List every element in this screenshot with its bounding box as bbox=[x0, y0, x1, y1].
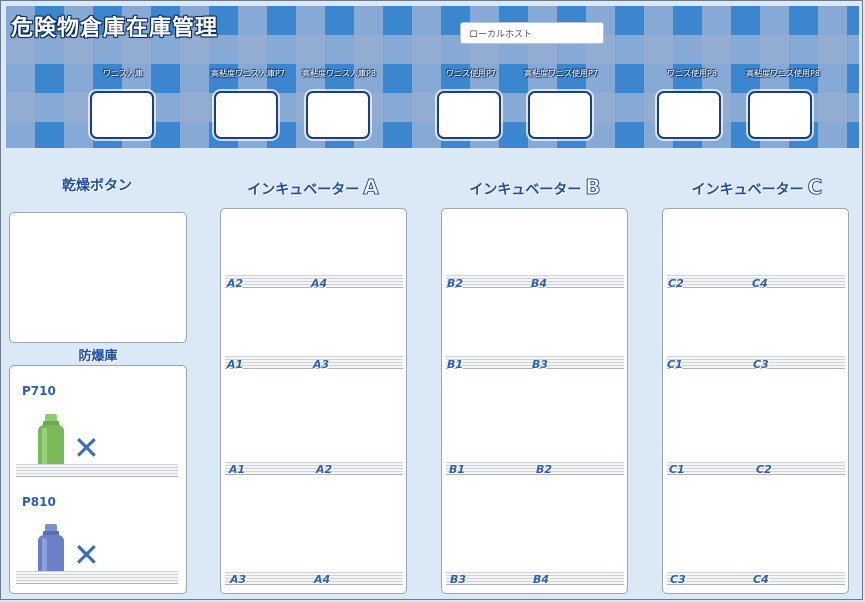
slot-b-3-0[interactable]: B3 bbox=[450, 573, 466, 586]
p710-bottle-icon bbox=[38, 414, 64, 469]
product-p710-label: P710 bbox=[22, 384, 56, 398]
incubator-a-title-text: インキュベーター bbox=[247, 182, 360, 198]
slot-b-1-0[interactable]: B1 bbox=[447, 358, 463, 371]
host-input[interactable] bbox=[460, 22, 604, 44]
varnish-use-p7-button[interactable] bbox=[437, 91, 501, 139]
slot-b-2-1[interactable]: B2 bbox=[536, 463, 552, 476]
hv-varnish-use-p8-button[interactable] bbox=[748, 91, 812, 139]
slot-a-3-1[interactable]: A4 bbox=[314, 573, 330, 586]
shelf bbox=[225, 462, 403, 475]
incubator-a-panel: A2 A4 A1 A3 A1 A2 A3 A4 bbox=[220, 208, 407, 594]
slot-b-0-0[interactable]: B2 bbox=[447, 277, 463, 290]
slot-a-0-0[interactable]: A2 bbox=[227, 277, 243, 290]
incubator-c-panel: C2 C4 C1 C3 C1 C2 C3 C4 bbox=[662, 208, 849, 594]
control-label-hv-varnish-use-p8: 高粘度ワニス使用P8 bbox=[746, 69, 820, 78]
hv-varnish-use-p7-button[interactable] bbox=[528, 91, 592, 139]
slot-a-2-0[interactable]: A1 bbox=[229, 463, 245, 476]
product-p810-label: P810 bbox=[22, 495, 56, 509]
p710-cross-icon: ✕ bbox=[73, 429, 100, 467]
dry-button[interactable] bbox=[9, 212, 187, 343]
incubator-b-title-text: インキュベーター bbox=[469, 182, 582, 198]
incubator-b-letter: B bbox=[585, 175, 601, 200]
slot-c-3-1[interactable]: C4 bbox=[753, 573, 769, 586]
slot-a-0-1[interactable]: A4 bbox=[311, 277, 327, 290]
slot-b-0-1[interactable]: B4 bbox=[531, 277, 547, 290]
varnish-use-p8-button[interactable] bbox=[657, 91, 721, 139]
explosion-proof-panel: P710 ✕ P810 ✕ bbox=[9, 365, 187, 594]
slot-a-1-0[interactable]: A1 bbox=[227, 358, 243, 371]
slot-b-2-0[interactable]: B1 bbox=[449, 463, 465, 476]
shelf bbox=[16, 571, 178, 584]
hv-varnish-in-p7-button[interactable] bbox=[214, 91, 278, 139]
slot-c-3-0[interactable]: C3 bbox=[670, 573, 686, 586]
slot-c-1-0[interactable]: C1 bbox=[667, 358, 683, 371]
incubator-c-letter: C bbox=[807, 175, 823, 200]
dry-section-title: 乾燥ボタン bbox=[62, 178, 132, 194]
explosion-proof-title: 防爆庫 bbox=[78, 349, 118, 364]
slot-c-2-0[interactable]: C1 bbox=[669, 463, 685, 476]
p810-cross-icon: ✕ bbox=[73, 536, 100, 574]
incubator-c-title: インキュベーター C bbox=[691, 175, 823, 200]
header-banner: 危険物倉庫在庫管理 ワニス入庫 高粘度ワニス入庫P7 高粘度ワニス入庫P8 ワニ… bbox=[6, 6, 859, 148]
control-label-varnish-use-p8: ワニス使用P8 bbox=[667, 69, 717, 78]
incubator-a-title: インキュベーター A bbox=[247, 175, 380, 200]
incubator-c-title-text: インキュベーター bbox=[691, 182, 804, 198]
slot-b-3-1[interactable]: B4 bbox=[533, 573, 549, 586]
incubator-b-panel: B2 B4 B1 B3 B1 B2 B3 B4 bbox=[441, 208, 628, 594]
app-title: 危険物倉庫在庫管理 bbox=[11, 16, 219, 41]
slot-a-2-1[interactable]: A2 bbox=[316, 463, 332, 476]
control-label-hv-varnish-in-p7: 高粘度ワニス入庫P7 bbox=[211, 69, 285, 78]
slot-b-1-1[interactable]: B3 bbox=[532, 358, 548, 371]
slot-c-0-1[interactable]: C4 bbox=[752, 277, 768, 290]
control-label-hv-varnish-in-p8: 高粘度ワニス入庫P8 bbox=[302, 69, 376, 78]
incubator-b-title: インキュベーター B bbox=[469, 175, 601, 200]
varnish-in-button[interactable] bbox=[90, 91, 154, 139]
hv-varnish-in-p8-button[interactable] bbox=[306, 91, 370, 139]
incubator-a-letter: A bbox=[363, 175, 380, 200]
control-label-varnish-use-p7: ワニス使用P7 bbox=[446, 69, 496, 78]
slot-a-3-0[interactable]: A3 bbox=[230, 573, 246, 586]
control-label-hv-varnish-use-p7: 高粘度ワニス使用P7 bbox=[524, 69, 598, 78]
slot-c-2-1[interactable]: C2 bbox=[756, 463, 772, 476]
slot-c-0-0[interactable]: C2 bbox=[668, 277, 684, 290]
control-label-varnish-in: ワニス入庫 bbox=[103, 69, 143, 78]
shelf bbox=[16, 464, 178, 477]
slot-c-1-1[interactable]: C3 bbox=[753, 358, 769, 371]
slot-a-1-1[interactable]: A3 bbox=[313, 358, 329, 371]
shelf bbox=[446, 462, 624, 475]
